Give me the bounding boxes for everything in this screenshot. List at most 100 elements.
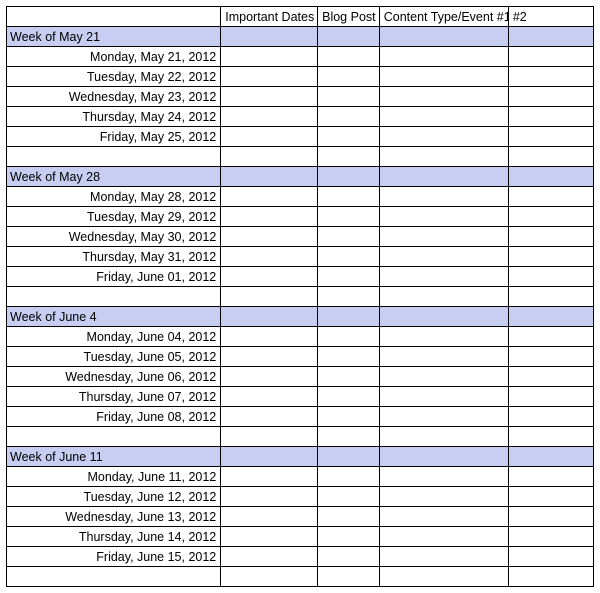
date-cell[interactable]: [379, 207, 508, 227]
date-cell[interactable]: [508, 187, 593, 207]
date-cell[interactable]: [379, 267, 508, 287]
date-cell[interactable]: [379, 327, 508, 347]
date-cell[interactable]: [508, 87, 593, 107]
date-cell[interactable]: [379, 347, 508, 367]
date-cell[interactable]: [318, 67, 380, 87]
date-cell[interactable]: [318, 187, 380, 207]
date-cell[interactable]: [379, 407, 508, 427]
date-cell[interactable]: [318, 207, 380, 227]
date-cell[interactable]: [508, 107, 593, 127]
date-cell[interactable]: [508, 507, 593, 527]
date-label: Tuesday, May 22, 2012: [7, 67, 221, 87]
date-cell[interactable]: [221, 347, 318, 367]
date-cell[interactable]: [508, 267, 593, 287]
date-cell[interactable]: [221, 407, 318, 427]
date-cell[interactable]: [221, 207, 318, 227]
date-cell[interactable]: [221, 387, 318, 407]
date-label: Friday, June 01, 2012: [7, 267, 221, 287]
date-cell[interactable]: [221, 527, 318, 547]
header-row: Important DatesBlog PostContent Type/Eve…: [7, 7, 594, 27]
date-cell[interactable]: [221, 487, 318, 507]
date-cell[interactable]: [221, 87, 318, 107]
date-cell[interactable]: [318, 367, 380, 387]
date-cell[interactable]: [221, 367, 318, 387]
date-label: Wednesday, May 23, 2012: [7, 87, 221, 107]
date-row: Tuesday, June 12, 2012: [7, 487, 594, 507]
date-cell[interactable]: [379, 367, 508, 387]
date-cell[interactable]: [379, 467, 508, 487]
date-cell[interactable]: [379, 527, 508, 547]
date-cell[interactable]: [508, 407, 593, 427]
date-cell[interactable]: [221, 327, 318, 347]
date-cell[interactable]: [221, 267, 318, 287]
date-cell[interactable]: [379, 127, 508, 147]
date-cell[interactable]: [318, 47, 380, 67]
date-cell[interactable]: [379, 87, 508, 107]
header-blog-post: Blog Post: [318, 7, 380, 27]
spacer-cell: [7, 567, 221, 587]
date-cell[interactable]: [508, 127, 593, 147]
date-cell[interactable]: [221, 227, 318, 247]
date-cell[interactable]: [379, 47, 508, 67]
date-label: Wednesday, June 06, 2012: [7, 367, 221, 387]
date-cell[interactable]: [221, 247, 318, 267]
spacer-row: [7, 567, 594, 587]
date-cell[interactable]: [318, 407, 380, 427]
date-row: Wednesday, May 23, 2012: [7, 87, 594, 107]
date-label: Thursday, May 31, 2012: [7, 247, 221, 267]
date-cell[interactable]: [508, 367, 593, 387]
date-cell[interactable]: [318, 347, 380, 367]
date-cell[interactable]: [508, 467, 593, 487]
date-cell[interactable]: [221, 507, 318, 527]
date-cell[interactable]: [508, 387, 593, 407]
date-cell[interactable]: [221, 127, 318, 147]
date-cell[interactable]: [508, 327, 593, 347]
date-cell[interactable]: [508, 47, 593, 67]
date-cell[interactable]: [508, 347, 593, 367]
date-cell[interactable]: [508, 547, 593, 567]
date-cell[interactable]: [221, 547, 318, 567]
date-cell[interactable]: [318, 547, 380, 567]
date-cell[interactable]: [318, 327, 380, 347]
date-cell[interactable]: [379, 487, 508, 507]
date-cell[interactable]: [318, 527, 380, 547]
date-cell[interactable]: [221, 107, 318, 127]
week-cell: [379, 27, 508, 47]
spacer-cell: [318, 287, 380, 307]
date-cell[interactable]: [221, 467, 318, 487]
date-cell[interactable]: [318, 107, 380, 127]
date-cell[interactable]: [318, 467, 380, 487]
date-cell[interactable]: [508, 527, 593, 547]
date-cell[interactable]: [379, 67, 508, 87]
spacer-cell: [379, 287, 508, 307]
date-cell[interactable]: [508, 247, 593, 267]
date-cell[interactable]: [318, 487, 380, 507]
date-cell[interactable]: [508, 67, 593, 87]
date-cell[interactable]: [379, 187, 508, 207]
date-row: Thursday, May 24, 2012: [7, 107, 594, 127]
date-cell[interactable]: [379, 107, 508, 127]
date-cell[interactable]: [318, 387, 380, 407]
date-cell[interactable]: [221, 187, 318, 207]
week-cell: [221, 447, 318, 467]
date-row: Thursday, May 31, 2012: [7, 247, 594, 267]
date-cell[interactable]: [379, 247, 508, 267]
date-label: Friday, June 15, 2012: [7, 547, 221, 567]
date-cell[interactable]: [379, 547, 508, 567]
date-cell[interactable]: [318, 507, 380, 527]
date-cell[interactable]: [318, 227, 380, 247]
date-cell[interactable]: [221, 47, 318, 67]
spacer-cell: [221, 567, 318, 587]
date-cell[interactable]: [508, 207, 593, 227]
date-cell[interactable]: [379, 507, 508, 527]
date-cell[interactable]: [318, 127, 380, 147]
date-cell[interactable]: [221, 67, 318, 87]
date-cell[interactable]: [379, 387, 508, 407]
date-cell[interactable]: [508, 487, 593, 507]
date-cell[interactable]: [318, 267, 380, 287]
date-cell[interactable]: [508, 227, 593, 247]
date-cell[interactable]: [318, 247, 380, 267]
week-cell: [508, 27, 593, 47]
date-cell[interactable]: [318, 87, 380, 107]
date-cell[interactable]: [379, 227, 508, 247]
